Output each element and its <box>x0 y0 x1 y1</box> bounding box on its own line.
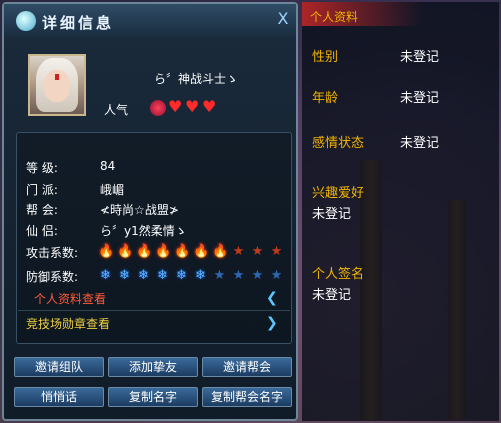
gender-label: 性别 <box>312 50 339 65</box>
partner-key: 仙 侣: <box>26 224 58 238</box>
partner-row: 仙 侣: ら〞y1然柔情ゝ <box>26 222 187 239</box>
divider <box>18 310 290 311</box>
guild-value: ≮時尚☆战盟≯ <box>100 203 179 217</box>
close-button[interactable]: X <box>274 10 292 28</box>
expand-arrow-icon[interactable]: ❯ <box>266 315 278 331</box>
defense-flame-filled-icon: ❄ <box>176 268 187 283</box>
popularity-label: 人气 <box>104 103 129 117</box>
attack-flame-empty-icon: ★ <box>251 244 264 259</box>
defense-flame-empty-icon: ★ <box>213 268 226 283</box>
level-row: 等 级: 84 <box>26 159 115 176</box>
personal-info-link[interactable]: 个人资料查看 <box>34 290 106 307</box>
defense-flame-empty-icon: ★ <box>232 268 245 283</box>
defense-flame-filled-icon: ❄ <box>138 268 149 283</box>
attack-flame-empty-icon: ★ <box>232 244 245 259</box>
personal-info-panel: 个人资料 性别 未登记 年龄 未登记 感情状态 未登记 兴趣爱好 未登记 个人签… <box>302 2 499 421</box>
attack-flame-empty-icon: ★ <box>270 244 283 259</box>
defense-row: 防御系数: <box>26 268 80 285</box>
relationship-value: 未登记 <box>400 136 440 151</box>
attack-flame-filled-icon: 🔥 <box>174 244 191 259</box>
attack-row: 攻击系数: <box>26 244 80 261</box>
guild-key: 帮 会: <box>26 203 58 217</box>
character-name: ら〞神战斗士ゝ <box>154 72 239 86</box>
invite-team-button[interactable]: 邀请组队 <box>14 357 104 377</box>
gender-value: 未登记 <box>400 50 440 65</box>
age-label: 年龄 <box>312 91 339 106</box>
panel-header: 个人资料 <box>310 10 359 24</box>
heart-icon: ♥ <box>185 97 200 116</box>
sect-row: 门 派: 峨嵋 <box>26 181 124 198</box>
window-title: 详细信息 <box>42 14 115 32</box>
defense-flame-empty-icon: ★ <box>270 268 283 283</box>
defense-key: 防御系数: <box>26 270 79 284</box>
hobby-label: 兴趣爱好 <box>312 186 365 201</box>
copy-name-button[interactable]: 复制名字 <box>108 387 198 407</box>
signature-label: 个人签名 <box>312 267 365 282</box>
relationship-label: 感情状态 <box>312 136 365 151</box>
details-window: 详细信息 X ら〞神战斗士ゝ 人气 ♥ ♥ ♥ 等 级: 84 门 派: 峨嵋 … <box>2 2 298 421</box>
window-emblem-icon <box>16 11 36 31</box>
signature-value: 未登记 <box>312 288 352 303</box>
defense-flame-filled-icon: ❄ <box>195 268 206 283</box>
rose-icon <box>150 100 166 116</box>
arena-medal-link[interactable]: 竞技场勋章查看 <box>26 315 110 332</box>
attack-flame-filled-icon: 🔥 <box>98 244 115 259</box>
defense-flame-filled-icon: ❄ <box>119 268 130 283</box>
defense-flame-filled-icon: ❄ <box>100 268 111 283</box>
hobby-value: 未登记 <box>312 207 352 222</box>
sect-value: 峨嵋 <box>100 183 125 197</box>
attack-flame-filled-icon: 🔥 <box>117 244 134 259</box>
attack-flame-filled-icon: 🔥 <box>193 244 210 259</box>
level-key: 等 级: <box>26 161 58 175</box>
attack-flame-filled-icon: 🔥 <box>212 244 229 259</box>
avatar <box>28 54 86 116</box>
attack-flame-filled-icon: 🔥 <box>136 244 153 259</box>
avatar-forehead-mark <box>55 74 59 80</box>
heart-icon: ♥ <box>202 97 217 116</box>
attack-flame-filled-icon: 🔥 <box>155 244 172 259</box>
invite-guild-button[interactable]: 邀请帮会 <box>202 357 292 377</box>
heart-icon: ♥ <box>168 97 183 116</box>
level-value: 84 <box>100 159 116 173</box>
defense-flame-filled-icon: ❄ <box>157 268 168 283</box>
age-value: 未登记 <box>400 91 440 106</box>
whisper-button[interactable]: 悄悄话 <box>14 387 104 407</box>
add-friend-button[interactable]: 添加挚友 <box>108 357 198 377</box>
attack-key: 攻击系数: <box>26 246 79 260</box>
sect-key: 门 派: <box>26 183 58 197</box>
partner-value: ら〞y1然柔情ゝ <box>100 224 187 238</box>
defense-flame-empty-icon: ★ <box>251 268 264 283</box>
guild-row: 帮 会: ≮時尚☆战盟≯ <box>26 201 179 218</box>
copy-guild-name-button[interactable]: 复制帮会名字 <box>202 387 292 407</box>
collapse-arrow-icon[interactable]: ❮ <box>266 290 278 306</box>
